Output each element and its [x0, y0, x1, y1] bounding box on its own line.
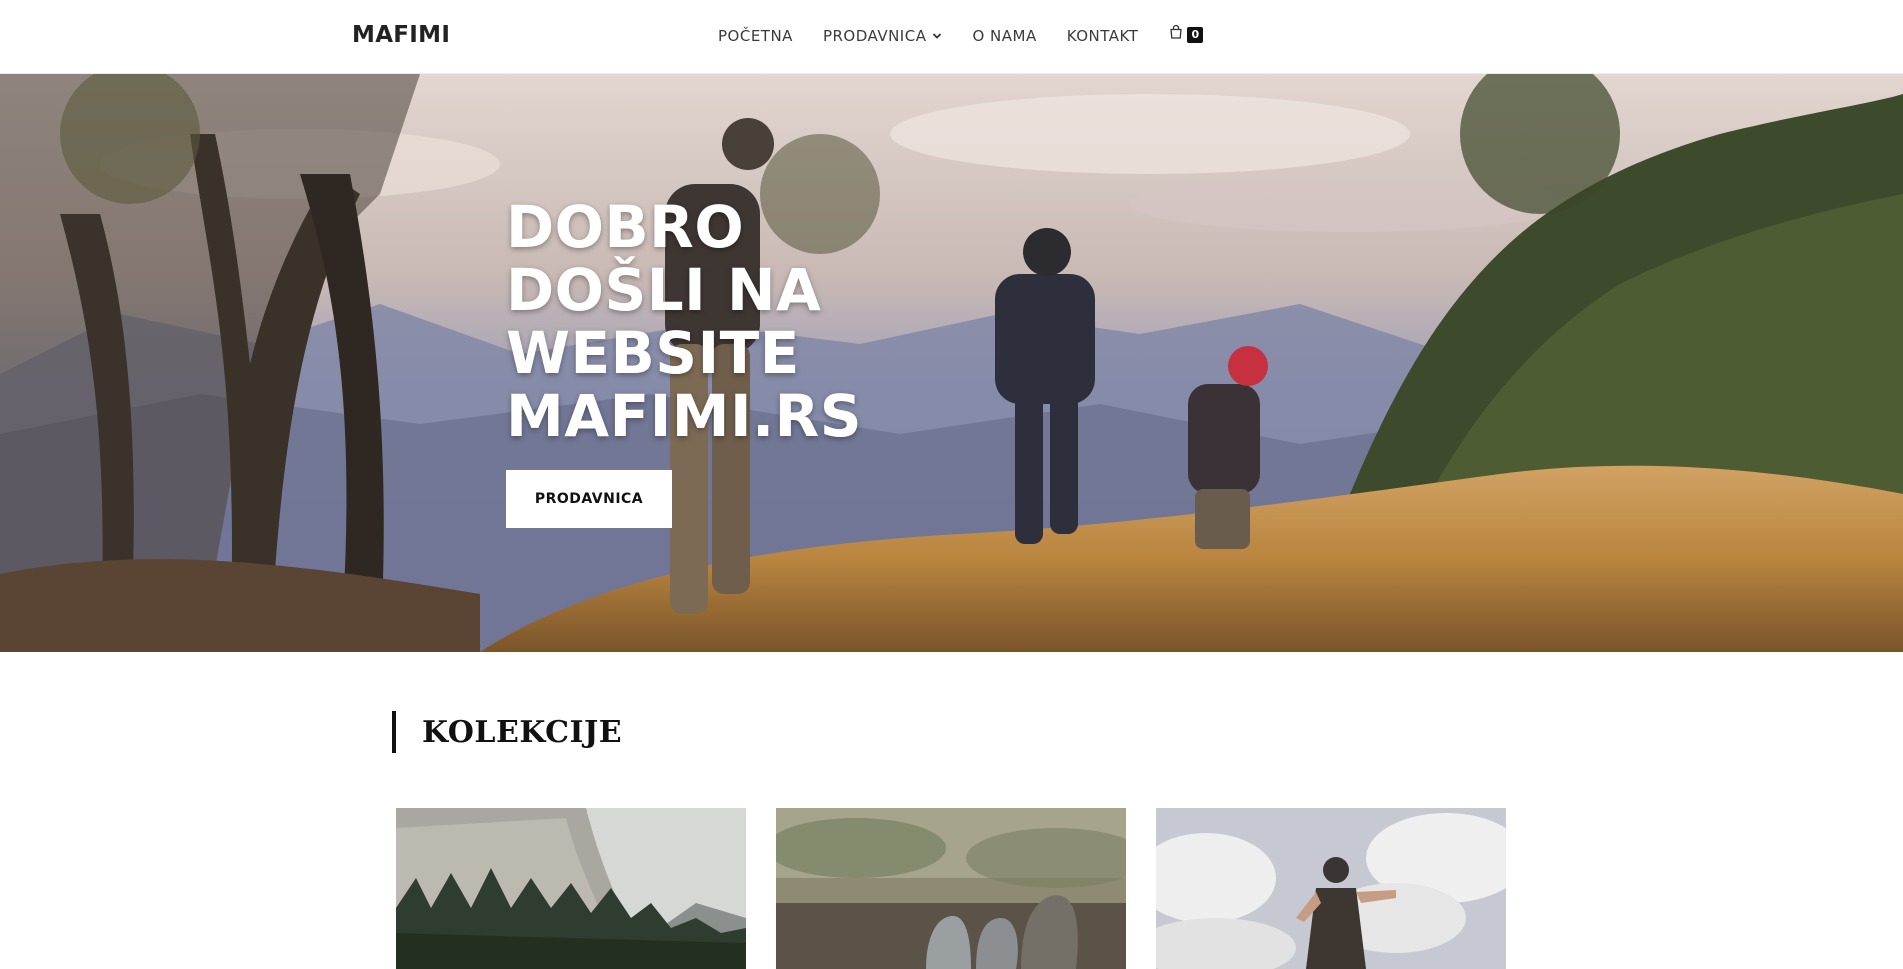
- nav-item-prodavnica[interactable]: PRODAVNICA: [823, 27, 943, 45]
- nav-item-o-nama[interactable]: O NAMA: [972, 27, 1036, 45]
- hero-hikers-image: [0, 74, 1903, 652]
- section-heading: KOLEKCIJE: [392, 711, 622, 753]
- nav-item-kontakt[interactable]: KONTAKT: [1067, 27, 1139, 45]
- cart-count-badge: 0: [1187, 27, 1204, 43]
- shop-button[interactable]: PRODAVNICA: [506, 470, 672, 528]
- site-header: MAFIMI POČETNA PRODAVNICA O NAMA KONTAKT…: [0, 0, 1903, 74]
- hero-banner: DOBRO DOŠLI NA WEBSITE MAFIMI.RS PRODAVN…: [0, 74, 1903, 652]
- hero-title: DOBRO DOŠLI NA WEBSITE MAFIMI.RS: [506, 193, 863, 450]
- collection-card-mountain-forest[interactable]: [396, 808, 746, 969]
- collection-card-socks[interactable]: [776, 808, 1126, 969]
- nav-item-pocetna[interactable]: POČETNA: [718, 27, 793, 45]
- nav-label: KONTAKT: [1066, 26, 1139, 45]
- nav-label: O NAMA: [972, 26, 1037, 45]
- socks-image: [776, 808, 1126, 969]
- mountain-forest-image: [396, 808, 746, 969]
- collection-card-hiker-clouds[interactable]: [1156, 808, 1506, 969]
- nav-label: PRODAVNICA: [822, 26, 927, 45]
- cart-button[interactable]: 0: [1168, 24, 1204, 43]
- shopping-bag-icon: [1170, 24, 1183, 39]
- chevron-down-icon: [933, 32, 942, 39]
- site-logo[interactable]: MAFIMI: [352, 22, 450, 48]
- collections-title: KOLEKCIJE: [422, 714, 623, 750]
- hiker-clouds-image: [1156, 808, 1506, 969]
- main-nav: POČETNA PRODAVNICA O NAMA KONTAKT 0: [718, 24, 1204, 45]
- nav-label: POČETNA: [718, 26, 793, 45]
